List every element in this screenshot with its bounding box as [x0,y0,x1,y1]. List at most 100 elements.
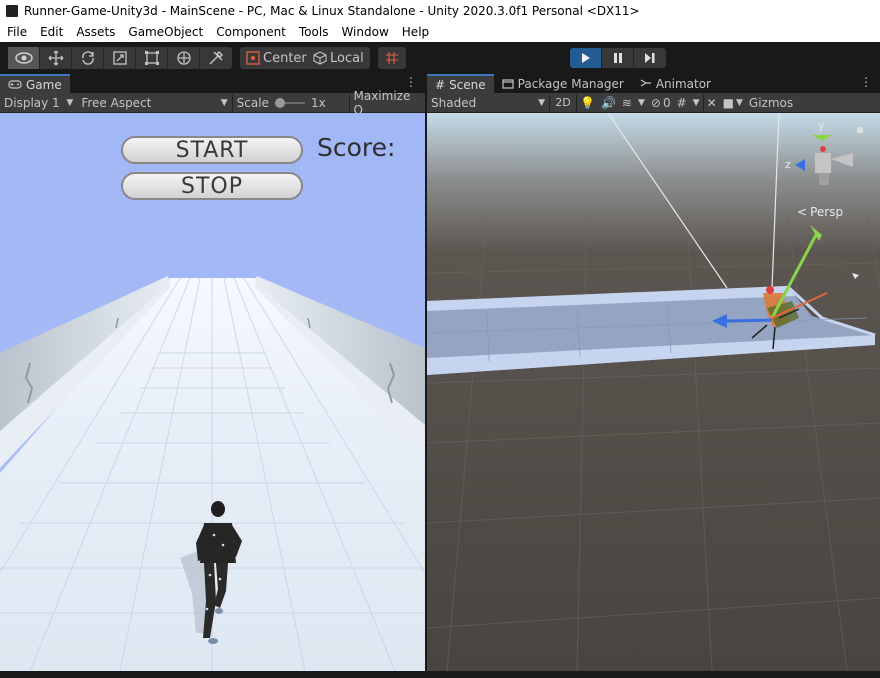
tools-button[interactable]: ✕ [704,93,720,113]
grid-snap-icon: # [676,95,687,110]
tools-icon: ✕ [706,95,717,110]
snap-icon [386,52,398,64]
local-label: Local [330,50,364,66]
unity-logo-icon [6,5,18,17]
menu-file[interactable]: File [0,25,33,39]
pivot-center-button[interactable]: Center [240,47,314,69]
persp-toggle[interactable]: < Persp [797,205,843,219]
tab-game-label: Game [26,77,62,92]
lighting-toggle[interactable]: 💡 [577,93,598,113]
menu-gameobject[interactable]: GameObject [121,25,209,39]
aspect-dropdown[interactable]: Free Aspect ▼ [77,93,231,113]
menu-edit[interactable]: Edit [33,25,69,39]
camera-button[interactable]: ■ ▼ [720,93,746,113]
grid-toggle[interactable]: # [674,93,690,113]
play-icon [581,53,590,63]
pivot-local-button[interactable]: Local [307,47,370,69]
scene-toolbar: Shaded ▼ 2D 💡 🔊 ≋ ▼ ⊘ 0 # ▼ ✕ ■ ▼ Gizmos [427,93,880,113]
scale-label: Scale [236,95,269,110]
scale-icon [112,51,127,65]
transform-icon [176,51,191,65]
title-bar: Runner-Game-Unity3d - MainScene - PC, Ma… [0,0,880,22]
chevron-down-icon: ▼ [66,97,74,108]
effects-toggle[interactable]: ≋ [619,93,635,113]
rect-tool-button[interactable] [136,47,168,69]
package-icon [502,79,514,89]
light-icon: 💡 [580,95,595,110]
aspect-label: Free Aspect [81,95,152,110]
display-label: Display 1 [4,95,60,110]
chevron-down-icon: ▼ [735,97,743,108]
hidden-icon: ⊘ [650,95,661,110]
menu-window[interactable]: Window [334,25,394,39]
scale-slider[interactable] [274,97,305,109]
chevron-down-icon: ▼ [692,97,700,108]
hidden-objects-toggle[interactable]: ⊘ 0 [648,93,674,113]
rect-icon [144,51,159,65]
slider-handle[interactable] [274,97,285,108]
audio-toggle[interactable]: 🔊 [598,93,619,113]
tab-animator[interactable]: Animator [632,74,719,93]
scene-render [427,113,880,671]
chevron-down-icon: ▼ [538,97,545,108]
pause-button[interactable] [602,48,634,68]
window-title: Runner-Game-Unity3d - MainScene - PC, Ma… [24,4,640,18]
local-icon [313,51,327,65]
kebab-icon[interactable]: ⋮ [405,75,417,89]
persp-label: Persp [810,205,844,219]
view-tool-button[interactable] [8,47,40,69]
grid-dropdown[interactable]: ▼ [690,93,703,113]
menu-tools[interactable]: Tools [292,25,335,39]
transform-tools [8,47,232,69]
custom-tool-button[interactable] [200,47,232,69]
step-button[interactable] [634,48,666,68]
snap-button[interactable] [378,47,406,69]
tab-scene[interactable]: # Scene [427,74,494,93]
gizmos-label: Gizmos [748,95,794,110]
pause-icon [613,53,622,63]
rotate-tool-button[interactable] [72,47,104,69]
eye-icon [14,52,33,64]
scene-panel: # Scene Package Manager Animator ⋮ Shade… [427,74,880,671]
animator-icon [640,79,651,87]
tab-package-manager-label: Package Manager [517,76,624,91]
panel-splitter[interactable] [425,74,427,671]
maximize-toggle[interactable]: Maximize O [350,89,426,117]
tab-package-manager[interactable]: Package Manager [494,74,632,93]
move-icon [48,50,63,66]
start-button[interactable]: START [121,136,303,164]
axis-y-label: y [818,119,825,132]
status-bar [0,671,880,678]
game-toolbar: Display 1 ▼ Free Aspect ▼ Scale 1x Maxim… [0,89,426,117]
play-button[interactable] [570,48,602,68]
kebab-icon[interactable]: ⋮ [860,75,872,89]
game-viewport[interactable]: START STOP Score: [0,113,425,671]
scene-tab-row: # Scene Package Manager Animator ⋮ [427,74,880,93]
shading-dropdown[interactable]: Shaded ▼ [427,93,549,113]
chevron-down-icon: ▼ [637,97,645,108]
chevron-left-icon: < [797,205,808,219]
tab-game[interactable]: Game [0,74,70,93]
display-dropdown[interactable]: Display 1 ▼ [0,93,77,113]
gizmos-dropdown[interactable]: Gizmos [746,93,796,113]
toggle-2d-label: 2D [555,96,571,109]
menu-help[interactable]: Help [395,25,435,39]
effects-dropdown[interactable]: ▼ [635,93,648,113]
audio-icon: 🔊 [600,95,616,110]
menu-component[interactable]: Component [209,25,292,39]
scene-viewport[interactable]: y z < Persp [427,113,880,671]
toggle-2d-button[interactable]: 2D [550,93,576,113]
shading-label: Shaded [431,95,477,110]
scale-tool-button[interactable] [104,47,136,69]
transform-tool-button[interactable] [168,47,200,69]
gamepad-icon [8,80,22,89]
hidden-count: 0 [662,95,671,110]
menu-bar: File Edit Assets GameObject Component To… [0,22,880,42]
scale-value: 1x [310,95,326,110]
custom-tool-icon [209,51,223,65]
center-icon [246,51,260,65]
rotate-icon [81,51,94,65]
menu-assets[interactable]: Assets [69,25,121,39]
move-tool-button[interactable] [40,47,72,69]
stop-button[interactable]: STOP [121,172,303,200]
